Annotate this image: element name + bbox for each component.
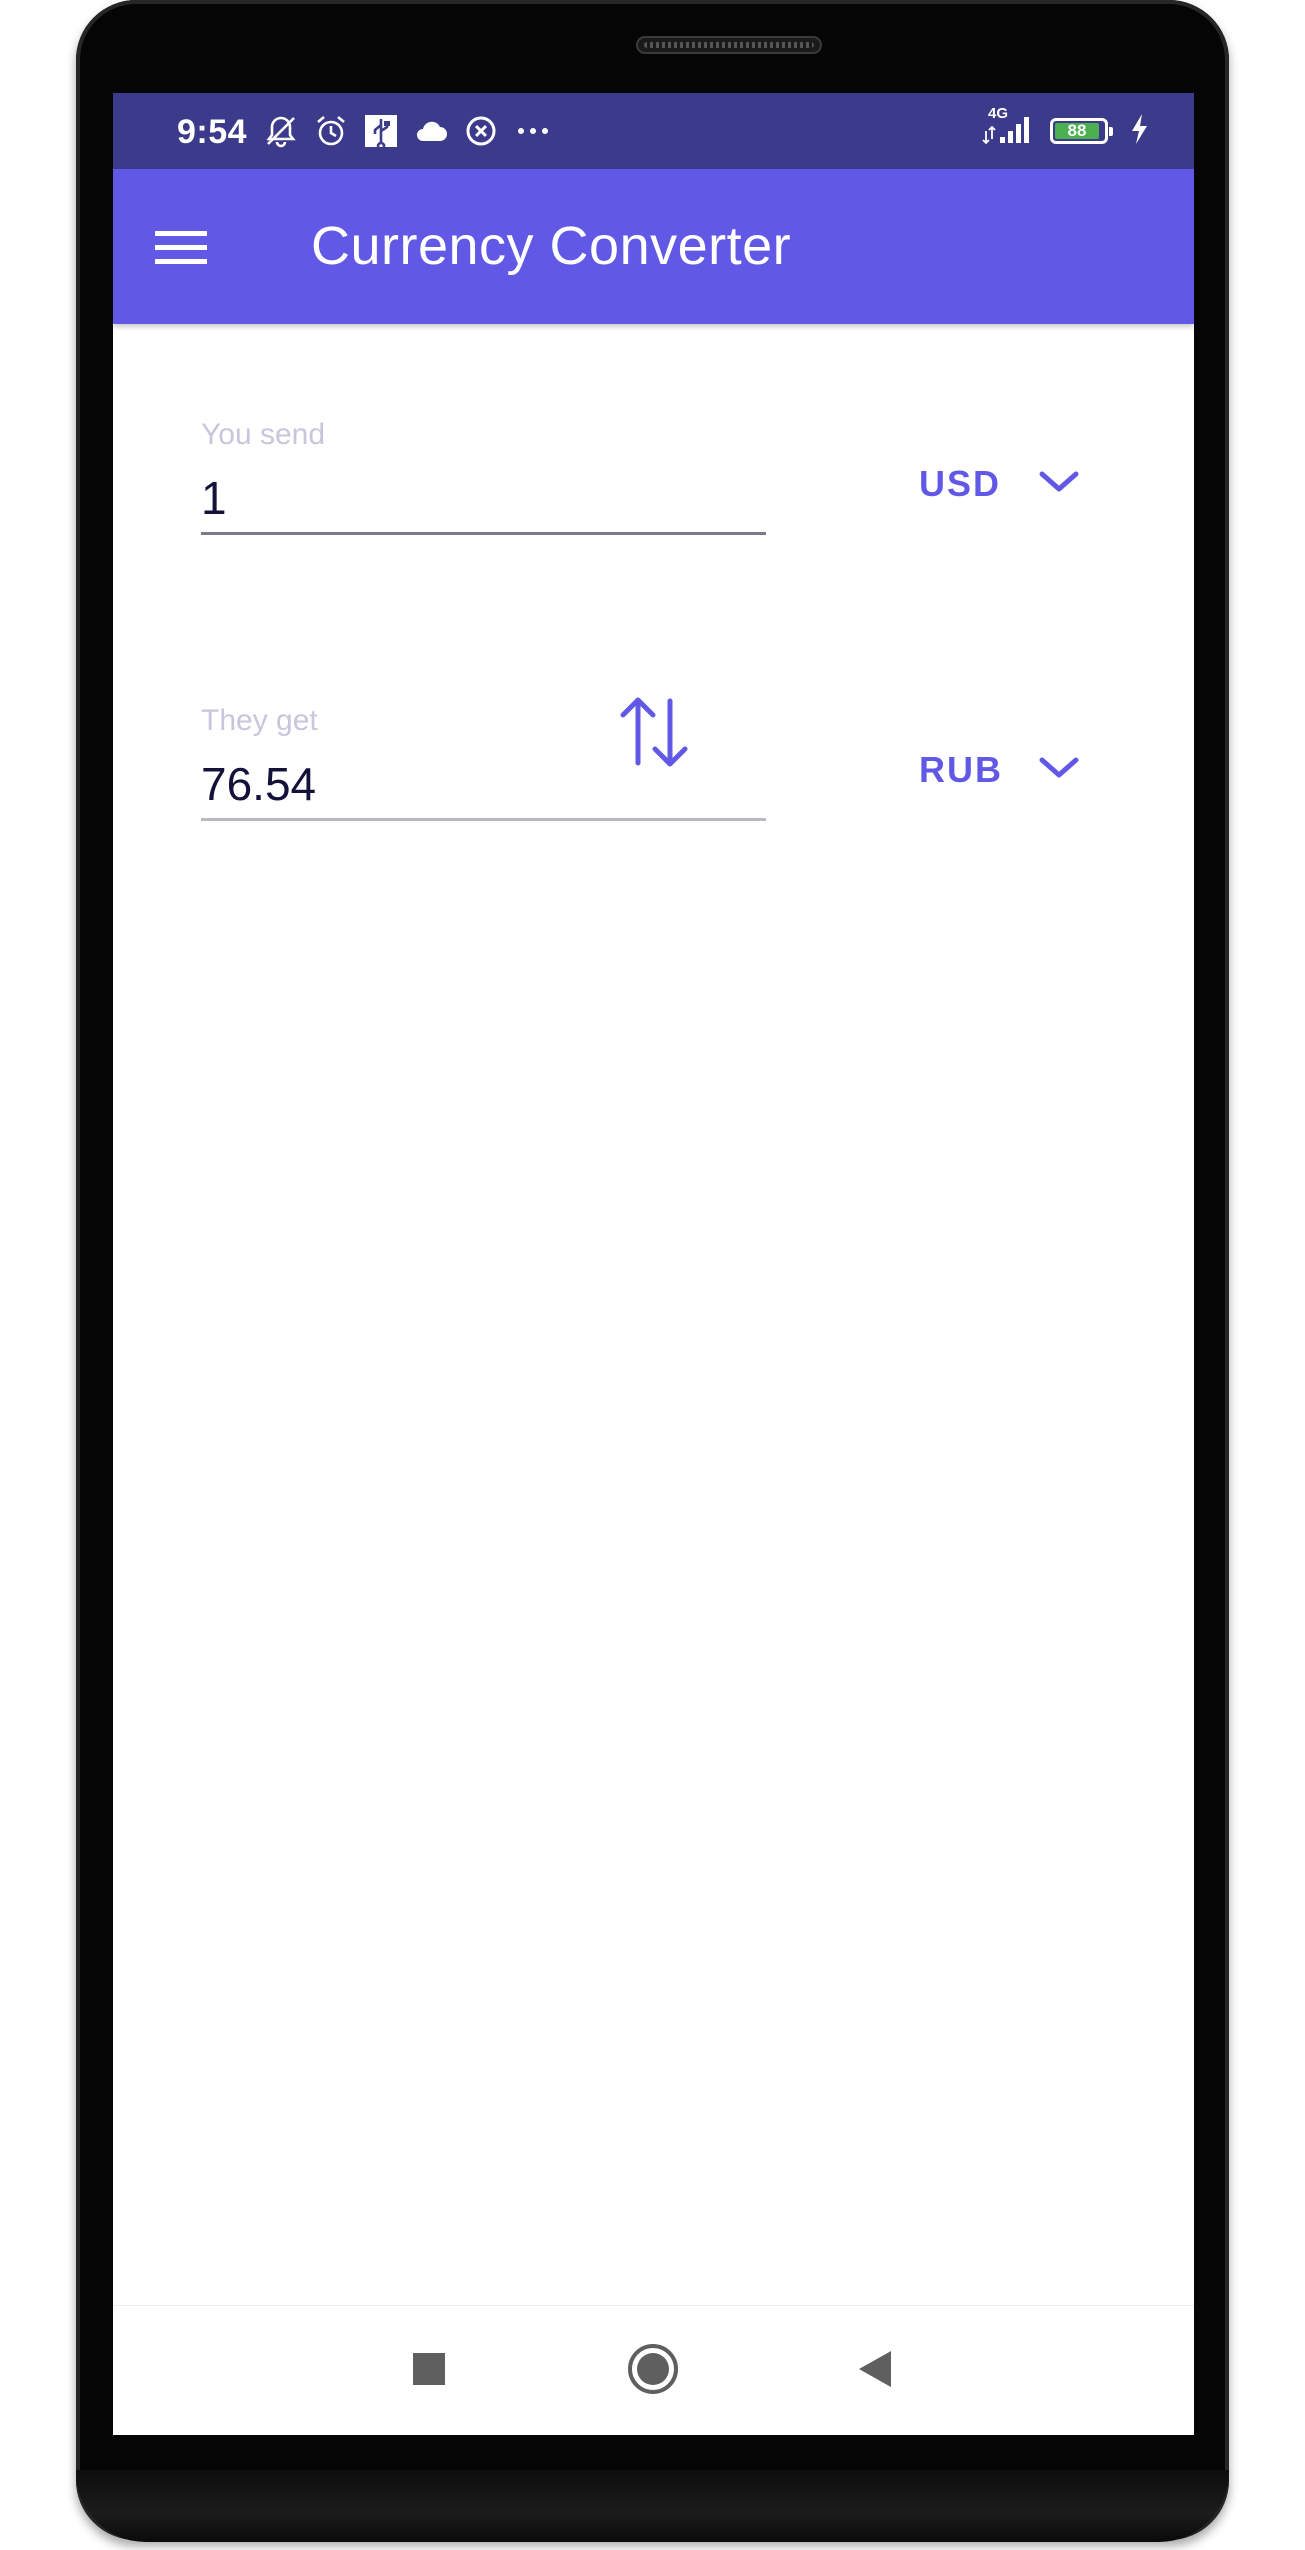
notifications-off-icon [263, 113, 299, 149]
receive-currency-code: RUB [919, 749, 1003, 790]
receive-amount-label: They get [201, 704, 318, 737]
send-currency-select[interactable]: USD [919, 454, 1119, 514]
usb-icon [363, 113, 399, 149]
data-saver-icon [463, 113, 499, 149]
hamburger-menu-icon[interactable] [143, 209, 219, 285]
system-nav-bar [113, 2305, 1194, 2435]
cloud-icon [413, 113, 449, 149]
status-time: 9:54 [177, 113, 248, 151]
back-button[interactable] [835, 2331, 915, 2411]
recents-button[interactable] [389, 2331, 469, 2411]
speaker-grill [644, 42, 814, 48]
device-mockup: 9:54 4G 88 Currency Converter You send 1… [0, 0, 1305, 2550]
chevron-down-icon [1037, 468, 1081, 501]
send-amount-field: You send [201, 418, 766, 535]
battery-icon: 88 [1050, 118, 1113, 144]
battery-level: 88 [1055, 122, 1099, 139]
home-button[interactable] [613, 2331, 693, 2411]
signal-icon: 4G [980, 105, 1036, 152]
page-title: Currency Converter [311, 216, 792, 276]
more-dots-icon [513, 113, 553, 149]
receive-currency-select[interactable]: RUB [919, 740, 1119, 800]
charging-icon [1128, 111, 1150, 152]
send-amount-input[interactable] [201, 468, 766, 528]
send-amount-underline [201, 532, 766, 535]
converter-form: You send USD They get [113, 324, 1194, 2311]
send-currency-code: USD [919, 463, 1002, 504]
back-triangle-icon [857, 2349, 893, 2394]
recents-square-icon [412, 2352, 446, 2391]
status-bar: 9:54 4G 88 [113, 93, 1194, 169]
receive-amount-field: They get [201, 704, 766, 821]
home-circle-icon [626, 2342, 680, 2401]
earpiece-speaker [636, 36, 822, 54]
send-amount-label: You send [201, 418, 326, 451]
screen: 9:54 4G 88 Currency Converter You send 1… [113, 93, 1194, 2435]
alarm-icon [313, 113, 349, 149]
receive-amount-underline [201, 818, 766, 821]
app-bar: Currency Converter [113, 169, 1194, 324]
chevron-down-icon [1037, 754, 1081, 787]
receive-amount-input[interactable] [201, 754, 766, 814]
status-right-icons: 4G 88 [980, 105, 1150, 152]
phone-bottom-edge [76, 2470, 1229, 2542]
network-type: 4G [988, 104, 1009, 122]
status-left-icons [263, 111, 553, 151]
